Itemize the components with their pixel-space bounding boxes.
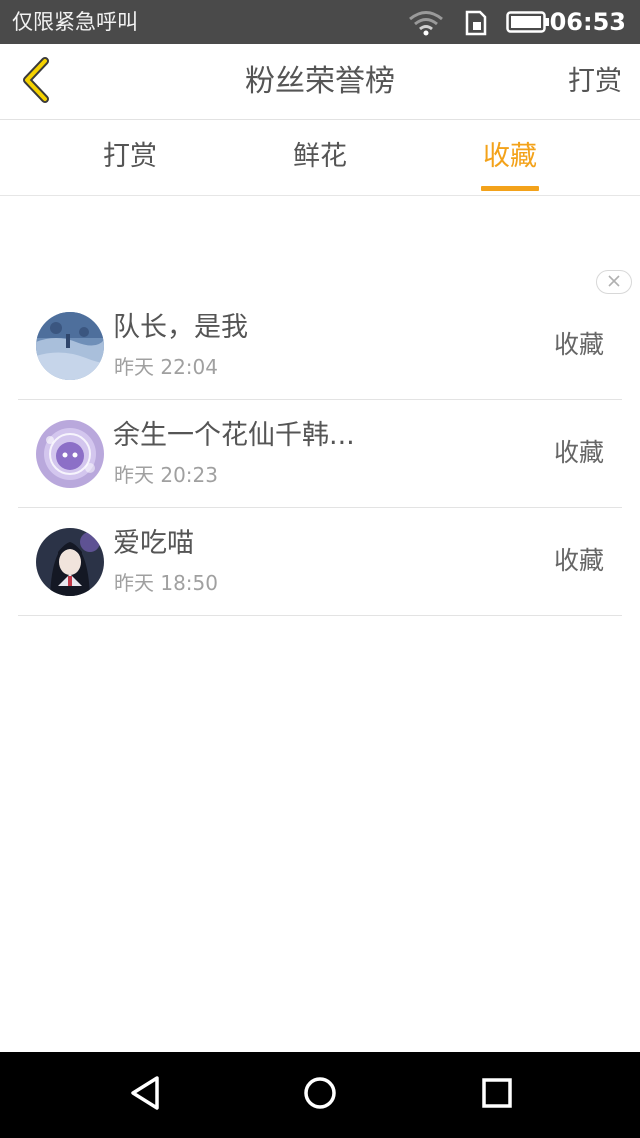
close-icon bbox=[607, 273, 621, 292]
user-name: 余生一个花仙千韩... bbox=[113, 420, 355, 451]
status-bar: 仅限紧急呼叫 06:53 bbox=[0, 0, 640, 44]
tab-favorites[interactable]: 收藏 bbox=[420, 121, 600, 196]
tab-flowers[interactable]: 鲜花 bbox=[230, 121, 410, 196]
tab-tip[interactable]: 打赏 bbox=[40, 121, 220, 196]
timestamp: 昨天 18:50 bbox=[114, 571, 218, 595]
avatar bbox=[36, 420, 104, 488]
timestamp: 昨天 22:04 bbox=[114, 355, 218, 379]
recents-square-icon bbox=[481, 1077, 513, 1113]
home-circle-icon bbox=[302, 1075, 338, 1115]
tab-label: 收藏 bbox=[483, 141, 537, 172]
favorite-label: 收藏 bbox=[553, 330, 604, 359]
user-name: 爱吃喵 bbox=[113, 528, 194, 559]
avatar-anime-girl-image bbox=[36, 528, 104, 596]
clock-time: 06:53 bbox=[549, 8, 626, 36]
avatar-purple-character-image bbox=[36, 420, 104, 488]
page-title: 粉丝荣誉榜 bbox=[245, 64, 395, 99]
tab-label: 鲜花 bbox=[293, 141, 347, 172]
app-header: 粉丝荣誉榜 打赏 bbox=[0, 44, 640, 120]
nav-recents-button[interactable] bbox=[467, 1070, 527, 1120]
nav-back-button[interactable] bbox=[115, 1070, 175, 1120]
system-nav-bar bbox=[0, 1052, 640, 1138]
list-item[interactable]: 队长，是我 昨天 22:04 收藏 bbox=[18, 292, 622, 400]
carrier-text: 仅限紧急呼叫 bbox=[12, 10, 138, 34]
avatar bbox=[36, 312, 104, 380]
avatar-snow-scene-image bbox=[36, 312, 104, 380]
chevron-left-icon bbox=[20, 57, 52, 107]
tab-bar: 打赏 鲜花 收藏 bbox=[0, 121, 640, 196]
list-item[interactable]: 爱吃喵 昨天 18:50 收藏 bbox=[18, 508, 622, 616]
user-name: 队长，是我 bbox=[113, 312, 248, 343]
battery-icon bbox=[506, 11, 550, 37]
list-item[interactable]: 余生一个花仙千韩... 昨天 20:23 收藏 bbox=[18, 400, 622, 508]
tab-label: 打赏 bbox=[103, 141, 157, 172]
back-button[interactable] bbox=[10, 54, 62, 110]
active-tab-indicator bbox=[481, 186, 539, 191]
fan-list: 队长，是我 昨天 22:04 收藏 余生一个花仙千韩... 昨天 20:23 收… bbox=[18, 292, 622, 616]
tip-button[interactable]: 打赏 bbox=[568, 44, 622, 120]
close-button[interactable] bbox=[596, 270, 632, 294]
wifi-icon bbox=[408, 10, 444, 40]
favorite-label: 收藏 bbox=[553, 546, 604, 575]
favorite-label: 收藏 bbox=[553, 438, 604, 467]
sim-card-icon bbox=[464, 10, 488, 40]
nav-home-button[interactable] bbox=[290, 1070, 350, 1120]
timestamp: 昨天 20:23 bbox=[114, 463, 218, 487]
avatar bbox=[36, 528, 104, 596]
back-triangle-icon bbox=[128, 1075, 162, 1115]
